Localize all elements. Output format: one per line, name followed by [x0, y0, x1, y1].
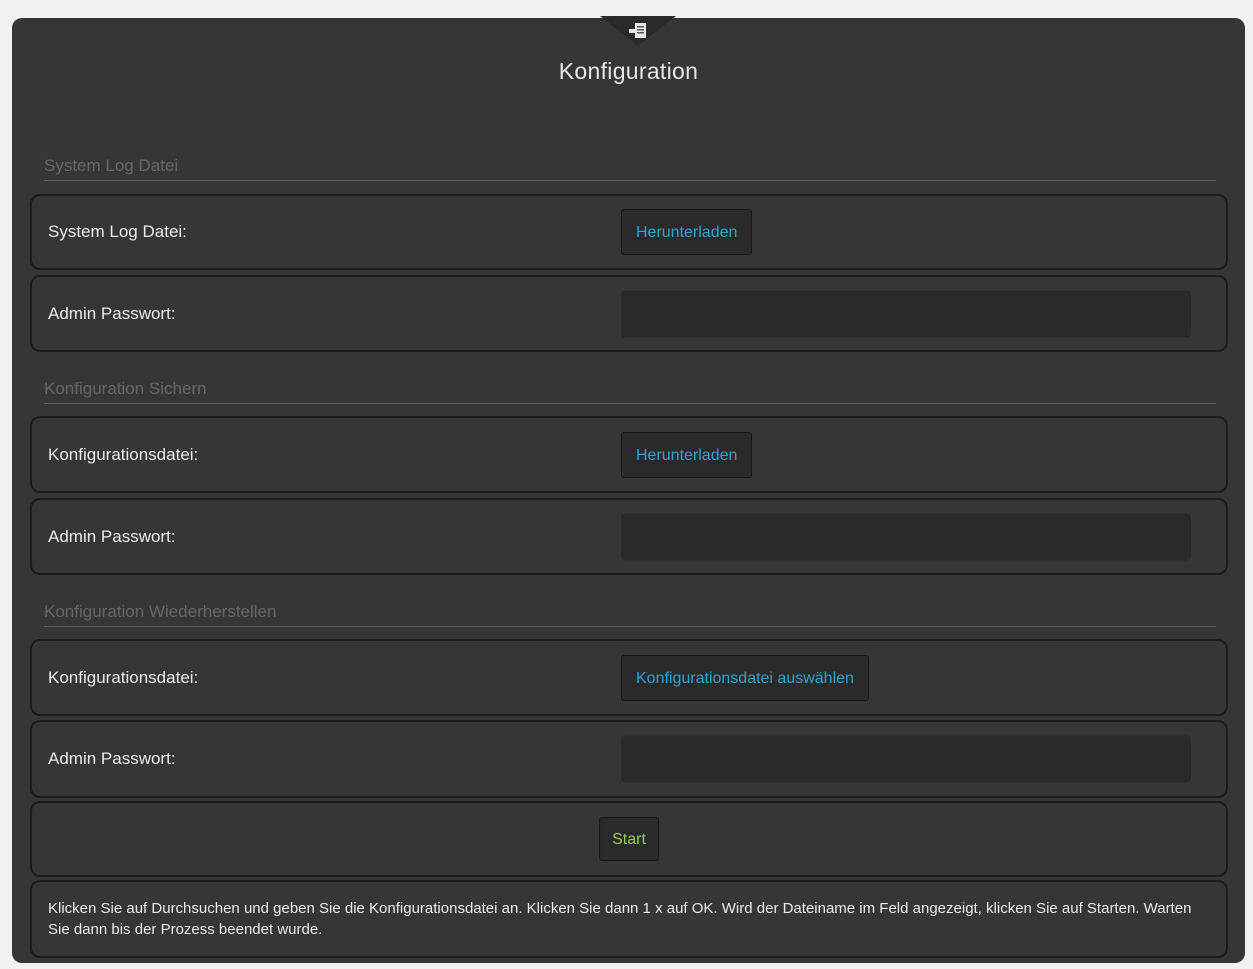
backup-download-row: Konfigurationsdatei: Herunterladen	[30, 416, 1228, 493]
backup-password-row: Admin Passwort:	[30, 498, 1228, 575]
section-title-backup: Konfiguration Sichern	[44, 379, 1216, 404]
syslog-download-row: System Log Datei: Herunterladen	[30, 194, 1228, 270]
backup-password-label: Admin Passwort:	[48, 526, 176, 546]
info-box: Klicken Sie auf Durchsuchen und geben Si…	[30, 880, 1228, 958]
syslog-password-label: Admin Passwort:	[48, 303, 176, 323]
start-row: Start	[30, 801, 1228, 877]
info-text: Klicken Sie auf Durchsuchen und geben Si…	[48, 900, 1192, 938]
start-button[interactable]: Start	[599, 817, 659, 861]
section-title-syslog: System Log Datei	[44, 156, 1216, 181]
syslog-file-label: System Log Datei:	[48, 222, 187, 241]
document-export-icon	[628, 22, 648, 40]
backup-download-button[interactable]: Herunterladen	[621, 431, 753, 478]
syslog-password-input[interactable]	[621, 290, 1191, 337]
backup-password-input[interactable]	[621, 513, 1191, 560]
choose-config-file-button[interactable]: Konfigurationsdatei auswählen	[621, 654, 869, 701]
restore-password-row: Admin Passwort:	[30, 720, 1228, 798]
restore-file-row: Konfigurationsdatei: Konfigurationsdatei…	[30, 639, 1228, 716]
restore-password-input[interactable]	[621, 735, 1191, 783]
restore-password-label: Admin Passwort:	[48, 749, 176, 768]
restore-file-label: Konfigurationsdatei:	[48, 667, 199, 687]
section-title-restore: Konfiguration Wiederherstellen	[44, 602, 1216, 627]
syslog-password-row: Admin Passwort:	[30, 275, 1228, 352]
config-panel: Konfiguration System Log Datei System Lo…	[12, 16, 1245, 963]
page-title: Konfiguration	[558, 58, 699, 84]
syslog-download-button[interactable]: Herunterladen	[621, 209, 753, 255]
backup-file-label: Konfigurationsdatei:	[48, 444, 199, 464]
